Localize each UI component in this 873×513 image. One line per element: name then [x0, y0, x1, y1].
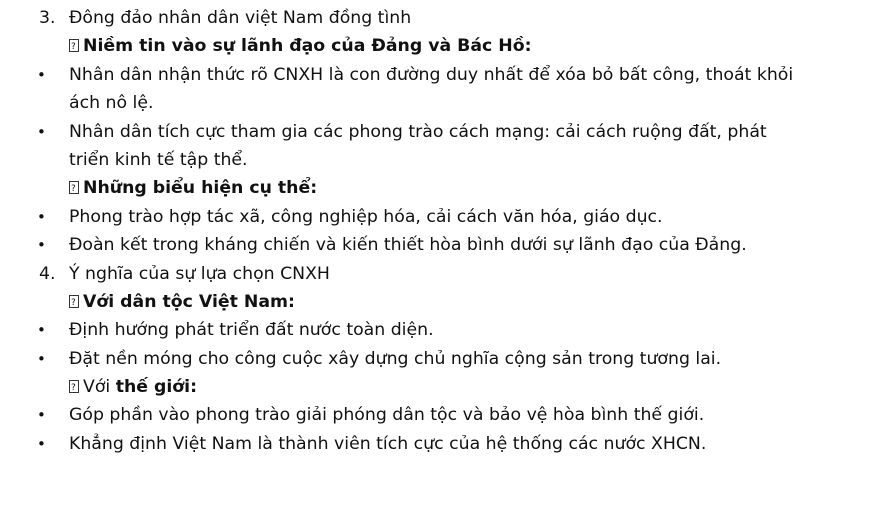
list-number: 3. — [39, 8, 56, 28]
bullet-text: Nhân dân tích cực tham gia các phong trà… — [69, 121, 767, 142]
bullet-item: • Nhân dân tích cực tham gia các phong t… — [0, 118, 873, 146]
bullet-item: • Khẳng định Việt Nam là thành viên tích… — [0, 430, 873, 458]
bullet-text: Định hướng phát triển đất nước toàn diện… — [69, 320, 434, 341]
bullet-item: • Đặt nền móng cho công cuộc xây dựng ch… — [0, 345, 873, 373]
bullet-continuation: triển kinh tế tập thể. — [0, 146, 873, 174]
bullet-text: Đặt nền móng cho công cuộc xây dựng chủ … — [69, 348, 722, 369]
bullet-text: Góp phần vào phong trào giải phóng dân t… — [69, 405, 705, 426]
subheading-text: Những biểu hiện cụ thể: — [83, 178, 318, 199]
bullet-text: triển kinh tế tập thể. — [69, 149, 248, 170]
unknown-character-box-icon — [69, 175, 79, 204]
unknown-character-box-icon — [69, 33, 79, 62]
subheading: Những biểu hiện cụ thể: — [0, 174, 873, 204]
subheading-text: thế giới: — [115, 377, 198, 398]
bullet-icon: • — [37, 406, 46, 425]
subheading-prefix: Với — [83, 377, 116, 398]
bullet-item: • Nhân dân nhận thức rõ CNXH là con đườn… — [0, 61, 873, 89]
subheading-text: Niềm tin vào sự lãnh đạo của Đảng và Bác… — [83, 36, 532, 57]
unknown-character-box-icon — [69, 374, 79, 402]
list-text: Đông đảo nhân dân việt Nam đồng tình — [69, 8, 412, 28]
subheading: Với dân tộc Việt Nam: — [0, 288, 873, 317]
bullet-icon: • — [37, 122, 46, 141]
bullet-icon: • — [37, 349, 46, 368]
bullet-item: • Góp phần vào phong trào giải phóng dân… — [0, 401, 873, 429]
bullet-icon: • — [37, 65, 46, 84]
bullet-item: • Đoàn kết trong kháng chiến và kiến thi… — [0, 231, 873, 259]
bullet-icon: • — [37, 434, 46, 453]
bullet-text: Khẳng định Việt Nam là thành viên tích c… — [69, 433, 707, 454]
bullet-text: Đoàn kết trong kháng chiến và kiến thiết… — [69, 235, 747, 256]
subheading: Với thế giới: — [0, 373, 873, 402]
bullet-continuation: ách nô lệ. — [0, 89, 873, 117]
document-body: 3. Đông đảo nhân dân việt Nam đồng tình … — [0, 4, 873, 458]
unknown-character-box-icon — [69, 289, 79, 317]
subheading: Niềm tin vào sự lãnh đạo của Đảng và Bác… — [0, 32, 873, 62]
bullet-icon: • — [37, 207, 46, 226]
bullet-icon: • — [37, 236, 46, 255]
list-number: 4. — [39, 263, 56, 284]
numbered-item: 4. Ý nghĩa của sự lựa chọn CNXH — [0, 260, 873, 288]
bullet-item: • Phong trào hợp tác xã, công nghiệp hóa… — [0, 203, 873, 231]
bullet-icon: • — [37, 321, 46, 340]
list-text: Ý nghĩa của sự lựa chọn CNXH — [69, 263, 330, 284]
bullet-item: • Định hướng phát triển đất nước toàn di… — [0, 316, 873, 344]
numbered-item: 3. Đông đảo nhân dân việt Nam đồng tình — [0, 4, 873, 32]
bullet-text: Nhân dân nhận thức rõ CNXH là con đường … — [69, 64, 794, 85]
subheading-text: Với dân tộc Việt Nam: — [83, 291, 295, 312]
bullet-text: Phong trào hợp tác xã, công nghiệp hóa, … — [69, 206, 663, 227]
bullet-text: ách nô lệ. — [69, 93, 154, 114]
